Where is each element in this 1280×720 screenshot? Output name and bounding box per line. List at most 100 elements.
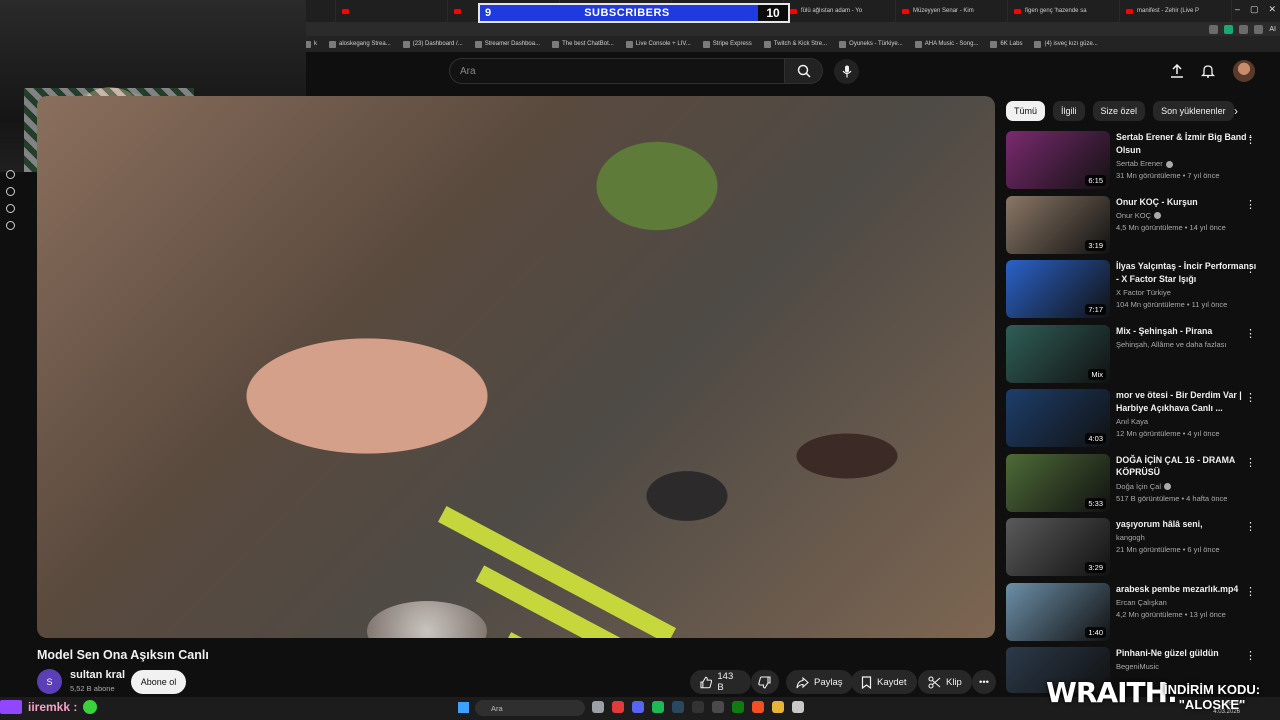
window-controls[interactable]: – ▢ ✕	[1235, 4, 1276, 15]
recommendation-title[interactable]: yaşıyorum hâlâ seni,	[1116, 518, 1258, 531]
more-options-icon[interactable]: ⋮	[1245, 520, 1256, 533]
filter-chip[interactable]: Tümü	[1006, 101, 1046, 121]
filter-chip[interactable]: Son yüklenenler	[1153, 101, 1234, 121]
recommendation-channel[interactable]: Şehinşah, Allâme ve daha fazlası	[1116, 340, 1227, 349]
bookmark-item[interactable]: Streamer Dashboa...	[474, 40, 540, 48]
clip-button[interactable]: Klip	[918, 670, 972, 694]
recommendation-item[interactable]: 6:15 Sertab Erener & İzmir Big Band - Ols…	[1006, 131, 1272, 189]
search-button[interactable]	[785, 58, 823, 84]
recommendation-title[interactable]: Onur KOÇ - Kurşun	[1116, 196, 1258, 209]
app-icon[interactable]	[712, 701, 724, 713]
channel-avatar[interactable]: S	[37, 669, 62, 694]
extension-icon[interactable]	[1254, 24, 1264, 34]
recommendation-channel[interactable]: BegeniMusic	[1116, 662, 1159, 671]
browser-tab[interactable]: fülü ağlıstan adam - Yo	[784, 0, 896, 22]
close-icon[interactable]: ✕	[1268, 4, 1276, 15]
recommendation-title[interactable]: Mix - Şehinşah - Pirana	[1116, 325, 1258, 338]
maximize-icon[interactable]: ▢	[1250, 4, 1259, 15]
recommendation-channel[interactable]: Anıl Kaya	[1116, 417, 1148, 426]
save-button[interactable]: Kaydet	[851, 670, 917, 694]
task-view-icon[interactable]	[592, 701, 604, 713]
browser-tab[interactable]	[336, 0, 448, 22]
recommendation-item[interactable]: 7:17 İlyas Yalçıntaş - İncir Performansı …	[1006, 260, 1272, 318]
steam-icon[interactable]	[672, 701, 684, 713]
more-options-icon[interactable]: ⋮	[1245, 649, 1256, 662]
browser-tab[interactable]: figen genç 'hazende sa	[1008, 0, 1120, 22]
more-options-icon[interactable]: ⋮	[1245, 456, 1256, 469]
windows-start-icon[interactable]	[458, 702, 469, 713]
bookmark-item[interactable]: (4) isveç kızı güze...	[1034, 40, 1098, 48]
like-button[interactable]: 143 B	[690, 670, 751, 694]
rail-play-icon[interactable]	[6, 170, 15, 179]
recommendation-title[interactable]: Pinhani-Ne güzel güldün	[1116, 647, 1258, 660]
more-options-icon[interactable]: ⋮	[1245, 133, 1256, 146]
filter-chip[interactable]: İlgili	[1053, 101, 1085, 121]
video-player[interactable]	[37, 96, 995, 638]
more-options-icon[interactable]: ⋮	[1245, 391, 1256, 404]
recommendation-title[interactable]: Sertab Erener & İzmir Big Band - Olsun	[1116, 131, 1258, 156]
epic-games-icon[interactable]	[692, 701, 704, 713]
recommendation-channel[interactable]: Doğa İçin Çal	[1116, 482, 1172, 491]
more-options-icon[interactable]: ⋮	[1245, 327, 1256, 340]
rail-settings-icon[interactable]	[6, 221, 15, 230]
bookmark-item[interactable]: Stripe Express	[702, 40, 752, 48]
subscribe-button[interactable]: Abone ol	[131, 670, 186, 694]
opera-icon[interactable]	[612, 701, 624, 713]
extension-icon[interactable]	[1209, 24, 1219, 34]
browser-tab[interactable]: Müzeyyen Senar - Kim	[896, 0, 1008, 22]
recommendation-title[interactable]: mor ve ötesi - Bir Derdim Var | Harbiye …	[1116, 389, 1258, 414]
video-thumbnail[interactable]: 7:17	[1006, 260, 1110, 318]
bookmark-item[interactable]: Oyuneks - Türkiye...	[839, 40, 903, 48]
extension-icon[interactable]	[1239, 24, 1249, 34]
rail-clock-icon[interactable]	[6, 187, 15, 196]
app-icon[interactable]	[792, 701, 804, 713]
discord-icon[interactable]	[632, 701, 644, 713]
taskbar-search-input[interactable]: Ara	[475, 700, 585, 716]
video-thumbnail[interactable]: 4:03	[1006, 389, 1110, 447]
video-thumbnail[interactable]: 6:15	[1006, 131, 1110, 189]
video-thumbnail[interactable]: Mix	[1006, 324, 1110, 383]
channel-name[interactable]: sultan kral	[70, 669, 125, 681]
file-explorer-icon[interactable]	[772, 701, 784, 713]
dislike-button[interactable]	[751, 670, 779, 694]
filter-chip[interactable]: Size özel	[1092, 101, 1146, 121]
upload-button[interactable]	[1167, 61, 1187, 81]
account-avatar[interactable]	[1233, 60, 1255, 82]
more-actions-button[interactable]: •••	[972, 670, 996, 694]
recommendation-channel[interactable]: Sertab Erener	[1116, 159, 1173, 168]
bookmark-item[interactable]: Live Console + LIV...	[625, 40, 691, 48]
recommendation-channel[interactable]: Ercan Çalışkan	[1116, 598, 1167, 607]
extension-icon[interactable]	[1224, 24, 1234, 34]
video-thumbnail[interactable]: 3:19	[1006, 195, 1110, 254]
recommendation-title[interactable]: İlyas Yalçıntaş - İncir Performansı - X …	[1116, 260, 1258, 285]
more-options-icon[interactable]: ⋮	[1245, 585, 1256, 598]
browser-tab[interactable]: manifest - Zehir (Live P	[1120, 0, 1232, 22]
notifications-button[interactable]	[1198, 61, 1218, 81]
share-button[interactable]: Paylaş	[786, 670, 853, 694]
bookmark-item[interactable]: Twitch & Kick Stre...	[763, 40, 827, 48]
recommendation-channel[interactable]: X Factor Türkiye	[1116, 288, 1171, 297]
more-options-icon[interactable]: ⋮	[1245, 198, 1256, 211]
ai-button[interactable]: AI	[1269, 26, 1276, 33]
rail-chat-icon[interactable]	[6, 204, 15, 213]
video-thumbnail[interactable]: 3:29	[1006, 518, 1110, 576]
bookmark-item[interactable]: 6K Labs	[990, 40, 1022, 48]
recommendation-title[interactable]: arabesk pembe mezarlık.mp4	[1116, 583, 1258, 596]
recommendation-channel[interactable]: Onur KOÇ	[1116, 211, 1162, 220]
bookmark-item[interactable]: (23) Dashboard /...	[402, 40, 463, 48]
video-thumbnail[interactable]: 5:33	[1006, 453, 1110, 512]
search-input[interactable]: Ara	[449, 58, 785, 84]
recommendation-item[interactable]: 3:19 Onur KOÇ - Kurşun Onur KOÇ 4,5 Mn görü…	[1006, 195, 1272, 254]
recommendation-item[interactable]: Mix Mix - Şehinşah - Pirana Şehinşah, Allâ…	[1006, 324, 1272, 383]
spotify-icon[interactable]	[652, 701, 664, 713]
more-options-icon[interactable]: ⋮	[1245, 262, 1256, 275]
minimize-icon[interactable]: –	[1235, 4, 1240, 15]
bookmark-item[interactable]: The best ChatBot...	[552, 40, 614, 48]
video-thumbnail[interactable]: 1:40	[1006, 582, 1110, 641]
recommendation-item[interactable]: 5:33 DOĞA İÇİN ÇAL 16 - DRAMA KÖPRÜSÜ Doğa…	[1006, 453, 1272, 512]
recommendation-item[interactable]: 3:29 yaşıyorum hâlâ seni, kangogh 21 Mn gör…	[1006, 518, 1272, 576]
office-icon[interactable]	[752, 701, 764, 713]
recommendation-item[interactable]: 4:03 mor ve ötesi - Bir Derdim Var | Harb…	[1006, 389, 1272, 447]
recommendation-channel[interactable]: kangogh	[1116, 533, 1145, 542]
bookmark-item[interactable]: aloskegang Strea...	[329, 40, 391, 48]
